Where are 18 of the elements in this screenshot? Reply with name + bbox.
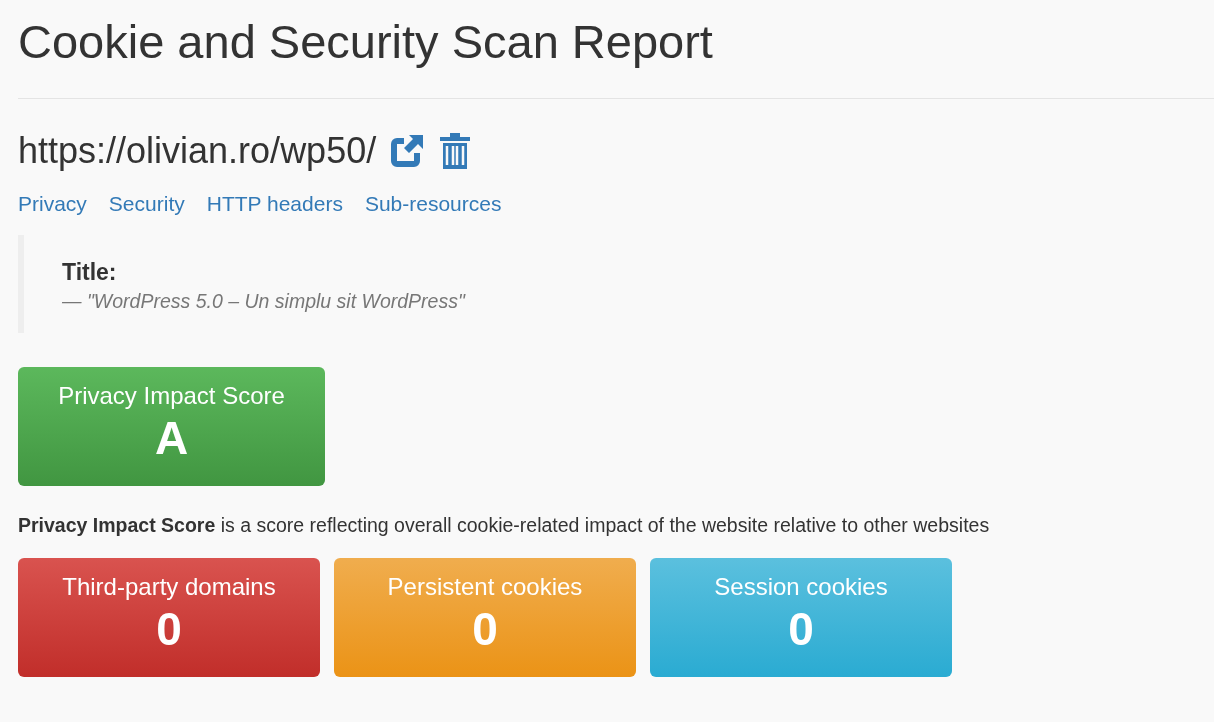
score-description: Privacy Impact Score is a score reflecting overall cookie-related impact of the website relative to other websites [18, 513, 990, 538]
score-value: 0 [472, 602, 498, 656]
nav-link[interactable]: Sub-resources [364, 191, 502, 217]
score-label: Third-party domains [62, 572, 276, 602]
quote-label: Title: [62, 258, 118, 287]
score-label: Persistent cookies [387, 572, 583, 602]
quote-text: — "WordPress 5.0 – Un simplu sit WordPress" [62, 289, 465, 314]
trash-icon[interactable] [438, 131, 473, 171]
score-label: Session cookies [714, 572, 888, 602]
nav-link[interactable]: Privacy [18, 191, 87, 217]
score-value: 0 [788, 602, 814, 656]
score-label: Privacy Impact Score [58, 381, 285, 411]
score-value: 0 [156, 602, 182, 656]
nav-link[interactable]: HTTP headers [206, 191, 343, 217]
score-value: A [154, 411, 189, 465]
site-url: https://olivian.ro/wp50/ [18, 129, 377, 173]
page-title: Cookie and Security Scan Report [18, 14, 713, 70]
nav-link[interactable]: Security [108, 191, 185, 217]
